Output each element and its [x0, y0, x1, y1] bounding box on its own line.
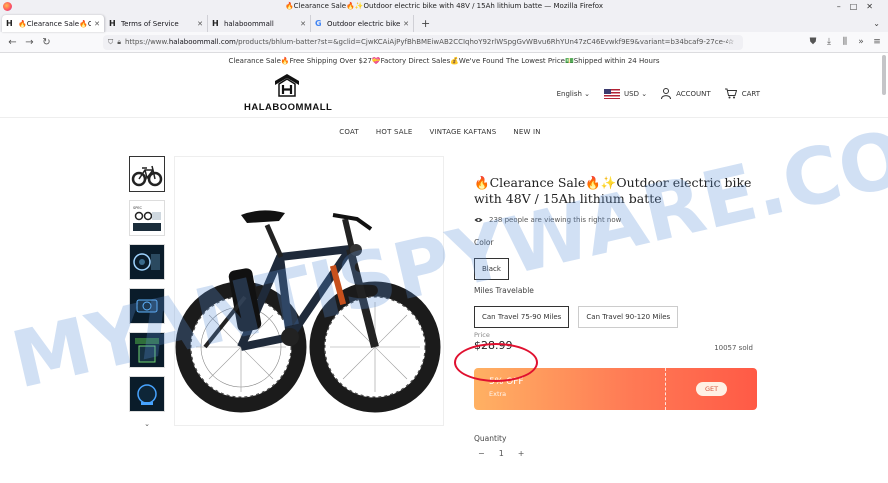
announcement-bar: Clearance Sale🔥Free Shipping Over $27💝Fa… [228, 57, 660, 65]
sold-count: 10057 sold [714, 344, 753, 352]
quantity-stepper[interactable]: − 1 + [478, 449, 759, 458]
chevron-down-icon: ⌄ [641, 89, 648, 98]
color-label: Color [474, 238, 494, 247]
list-tabs-icon[interactable]: ⌄ [873, 15, 888, 32]
window-title: 🔥Clearance Sale🔥✨Outdoor electric bike w… [284, 2, 604, 10]
new-tab-icon[interactable]: + [414, 15, 437, 32]
account-link[interactable]: ACCOUNT [661, 88, 711, 99]
site-favicon-icon: H [109, 19, 116, 28]
get-coupon-button[interactable]: GET [695, 382, 728, 396]
close-tab-icon[interactable]: ✕ [197, 20, 203, 28]
logo-text: HALABOOMMALL [244, 102, 333, 113]
thumbnail-image[interactable] [129, 376, 165, 412]
quantity-value[interactable]: 1 [499, 449, 504, 458]
window-controls[interactable]: –□✕ [837, 0, 882, 13]
svg-text:SPEC: SPEC [133, 206, 143, 210]
site-favicon-icon: H [6, 19, 13, 28]
back-icon[interactable]: ← [4, 37, 21, 48]
us-flag-icon [604, 88, 621, 99]
chevron-down-icon: ⌄ [584, 89, 591, 98]
site-logo[interactable]: HALABOOMMALL [244, 73, 333, 113]
tab-label: Outdoor electric bike wi [327, 19, 401, 28]
thumbnail-image[interactable] [129, 288, 165, 324]
tab-product[interactable]: H 🔥Clearance Sale🔥Outd ✕ [2, 15, 105, 32]
thumbnail-image[interactable] [129, 332, 165, 368]
menu-item-vintage-kaftans[interactable]: VINTAGE KAFTANS [429, 128, 496, 136]
main-product-image[interactable] [174, 156, 444, 426]
shield-icon[interactable]: ⛉ [108, 38, 113, 47]
google-favicon-icon: G [315, 19, 322, 28]
viewers-count: 238 people are viewing this right now [474, 216, 759, 224]
forward-icon[interactable]: → [21, 37, 38, 48]
thumbnail-image[interactable]: SPEC [129, 200, 165, 236]
site-header: HALABOOMMALL English ⌄ USD ⌄ ACCOUNT CAR… [0, 70, 888, 118]
close-tab-icon[interactable]: ✕ [300, 20, 306, 28]
thumbnail-gallery: SPEC ⌄ [129, 156, 165, 428]
tab-label: Terms of Service [121, 19, 179, 28]
chevron-down-icon[interactable]: ⌄ [129, 420, 165, 428]
language-selector[interactable]: English ⌄ [557, 90, 590, 98]
coupon-extra: Extra [489, 390, 507, 398]
increase-quantity-button[interactable]: + [518, 449, 525, 458]
menu-icon[interactable]: ≡ [870, 37, 884, 47]
quantity-label: Quantity [474, 434, 507, 443]
tab-home[interactable]: H halaboommall ✕ [208, 15, 311, 32]
tab-label: 🔥Clearance Sale🔥Outd [18, 19, 91, 28]
main-menu: COAT HOT SALE VINTAGE KAFTANS NEW IN [0, 118, 888, 146]
decrease-quantity-button[interactable]: − [478, 449, 485, 458]
color-option-black[interactable]: Black [474, 258, 509, 280]
tab-label: halaboommall [224, 19, 274, 28]
navigation-bar: ← → ↻ ⛉ 🔒︎ https://www.halaboommall.com/… [0, 32, 888, 53]
firefox-icon [3, 2, 12, 11]
close-tab-icon[interactable]: ✕ [94, 20, 100, 28]
price-label: Price [474, 331, 490, 339]
scrollbar[interactable] [882, 53, 887, 473]
pocket-icon[interactable]: ⛊ [806, 37, 820, 47]
url-text[interactable]: https://www.halaboommall.com/products/bh… [125, 38, 728, 46]
web-page: Clearance Sale🔥Free Shipping Over $27💝Fa… [0, 53, 888, 483]
tab-bar: H 🔥Clearance Sale🔥Outd ✕ H Terms of Serv… [0, 13, 888, 32]
eye-icon [474, 218, 483, 222]
reload-icon[interactable]: ↻ [38, 37, 55, 48]
product-info: 🔥Clearance Sale🔥✨Outdoor electric bike w… [474, 175, 759, 458]
cart-link[interactable]: CART [724, 88, 760, 99]
cart-icon [724, 88, 737, 99]
download-icon[interactable]: ⤓ [822, 37, 836, 47]
library-icon[interactable]: ⫼ [838, 37, 852, 47]
tab-google[interactable]: G Outdoor electric bike wi ✕ [311, 15, 414, 32]
close-tab-icon[interactable]: ✕ [403, 20, 409, 28]
tab-terms[interactable]: H Terms of Service ✕ [105, 15, 208, 32]
miles-option-75-90[interactable]: Can Travel 75-90 Miles [474, 306, 570, 328]
site-favicon-icon: H [212, 19, 219, 28]
menu-item-coat[interactable]: COAT [339, 128, 359, 136]
user-icon [661, 88, 672, 99]
window-titlebar: 🔥Clearance Sale🔥✨Outdoor electric bike w… [0, 0, 888, 13]
url-bar[interactable]: ⛉ 🔒︎ https://www.halaboommall.com/produc… [103, 34, 743, 50]
electric-bike-image [175, 210, 441, 413]
thumbnail-image[interactable] [129, 244, 165, 280]
logo-mark-icon [275, 74, 299, 97]
miles-option-90-120[interactable]: Can Travel 90-120 Miles [578, 306, 679, 328]
lock-icon[interactable]: 🔒︎ [117, 38, 121, 47]
extensions-icon[interactable]: » [854, 37, 868, 47]
menu-item-new-in[interactable]: NEW IN [513, 128, 540, 136]
scrollbar-thumb[interactable] [882, 55, 886, 95]
product-title: 🔥Clearance Sale🔥✨Outdoor electric bike w… [474, 175, 752, 206]
bookmark-star-icon[interactable]: ☆ [728, 38, 734, 46]
price-highlight-circle [454, 343, 538, 382]
menu-item-hot-sale[interactable]: HOT SALE [376, 128, 413, 136]
currency-selector[interactable]: USD ⌄ [604, 88, 648, 99]
thumbnail-image[interactable] [129, 156, 165, 192]
miles-label: Miles Travelable [474, 286, 534, 295]
